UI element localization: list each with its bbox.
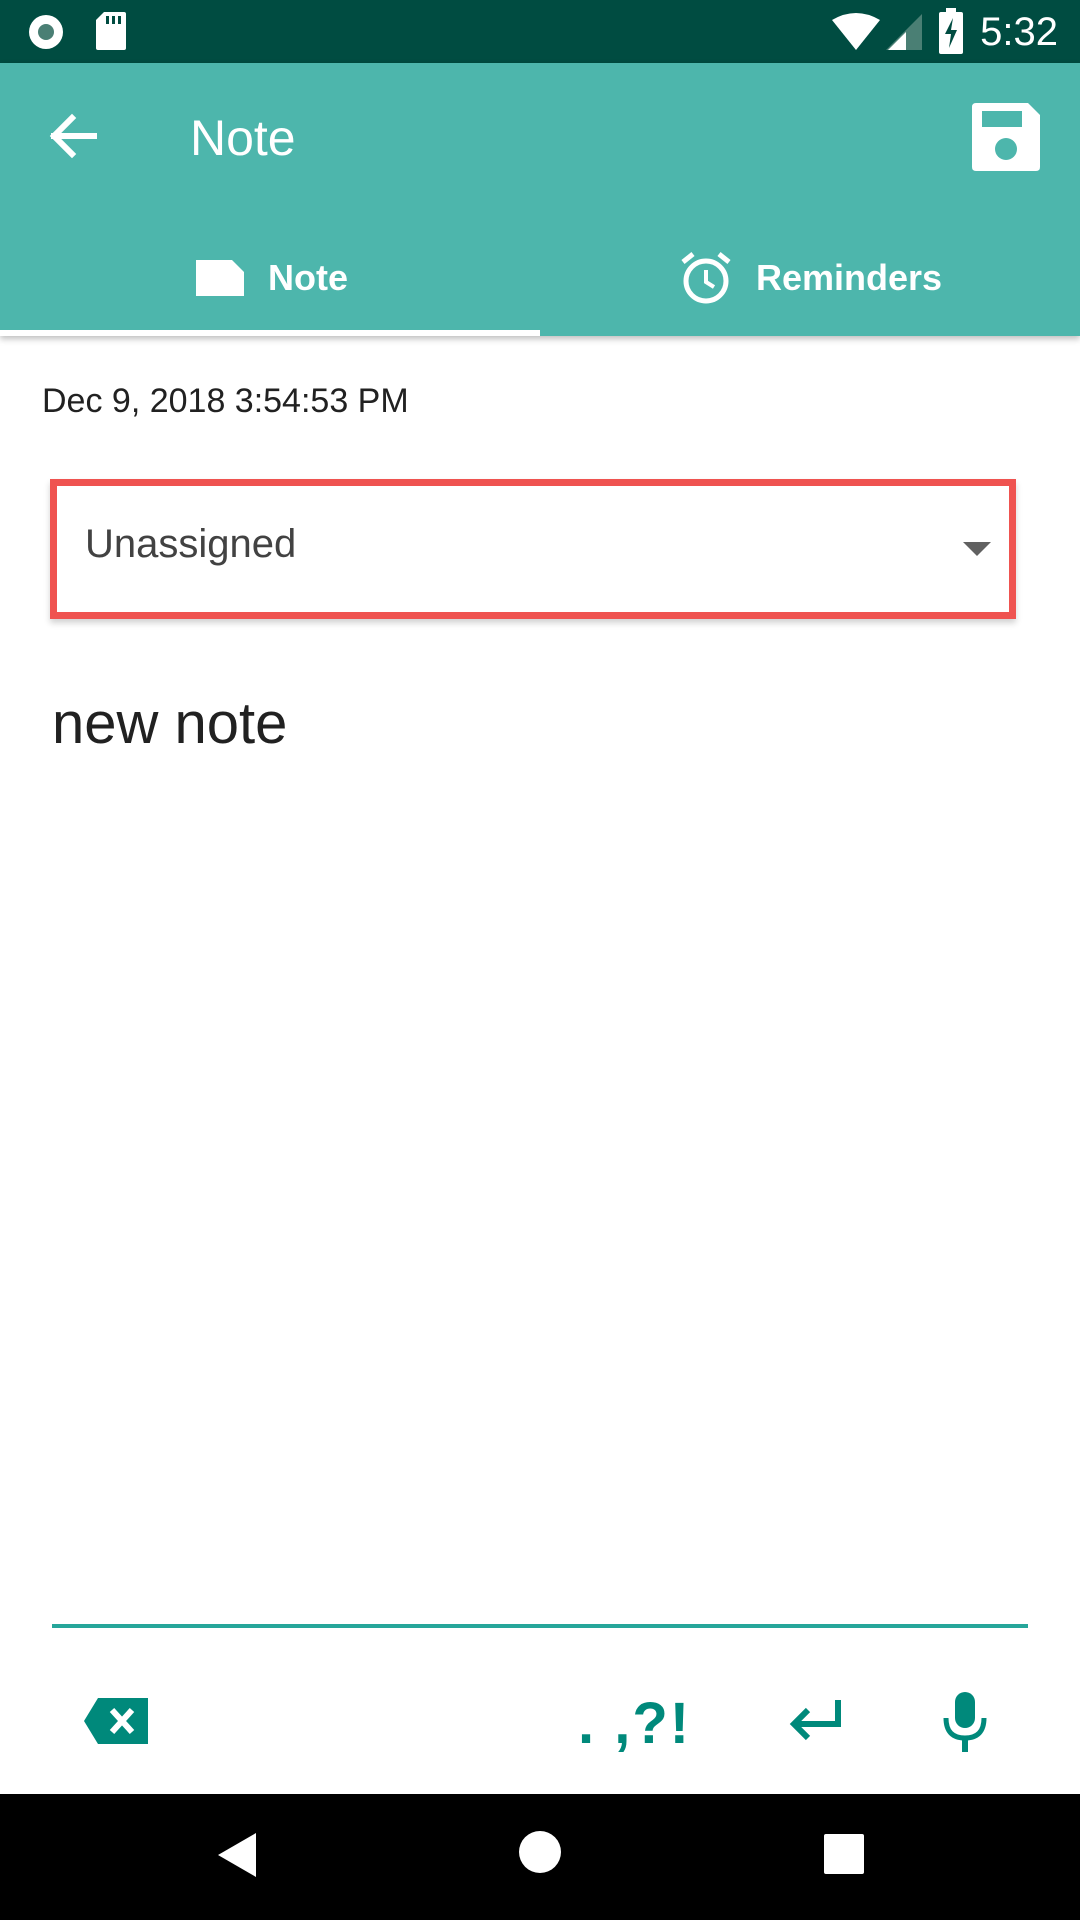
back-triangle-icon[interactable]: [214, 1830, 260, 1880]
microphone-icon[interactable]: [940, 1690, 990, 1754]
navigation-bar: [0, 1794, 1080, 1920]
tab-note-label: Note: [268, 257, 348, 298]
home-circle-icon[interactable]: [518, 1830, 562, 1874]
record-icon: [29, 15, 63, 49]
dropdown-arrow-icon: [963, 542, 991, 556]
recents-square-icon[interactable]: [824, 1834, 864, 1874]
note-date: Dec 9, 2018 3:54:53 PM: [42, 382, 409, 420]
category-dropdown-value: Unassigned: [85, 522, 297, 566]
note-icon: [196, 260, 244, 296]
tab-note[interactable]: Note: [0, 223, 540, 333]
save-icon[interactable]: [966, 97, 1046, 177]
battery-charging-icon: [939, 8, 963, 54]
enter-icon[interactable]: [786, 1694, 846, 1744]
wifi-icon: [832, 13, 880, 50]
category-dropdown[interactable]: Unassigned: [50, 479, 1016, 619]
alarm-clock-icon: [681, 252, 731, 304]
sd-card-icon: [96, 12, 126, 50]
tab-reminders[interactable]: Reminders: [540, 223, 1080, 333]
backspace-icon[interactable]: [82, 1696, 150, 1746]
tab-indicator: [0, 330, 540, 336]
app-bar: Note Note Reminders: [0, 63, 1080, 336]
status-bar: 5:32: [0, 0, 1080, 63]
tab-reminders-label: Reminders: [755, 257, 943, 298]
note-input-underline: [52, 1624, 1028, 1628]
signal-icon: [886, 14, 922, 50]
page-title: Note: [190, 110, 296, 166]
arrow-back-icon[interactable]: [38, 101, 108, 171]
note-text-input[interactable]: new note: [52, 690, 287, 757]
status-time: 5:32: [980, 10, 1058, 54]
punctuation-button[interactable]: . ,?!: [578, 1690, 691, 1757]
